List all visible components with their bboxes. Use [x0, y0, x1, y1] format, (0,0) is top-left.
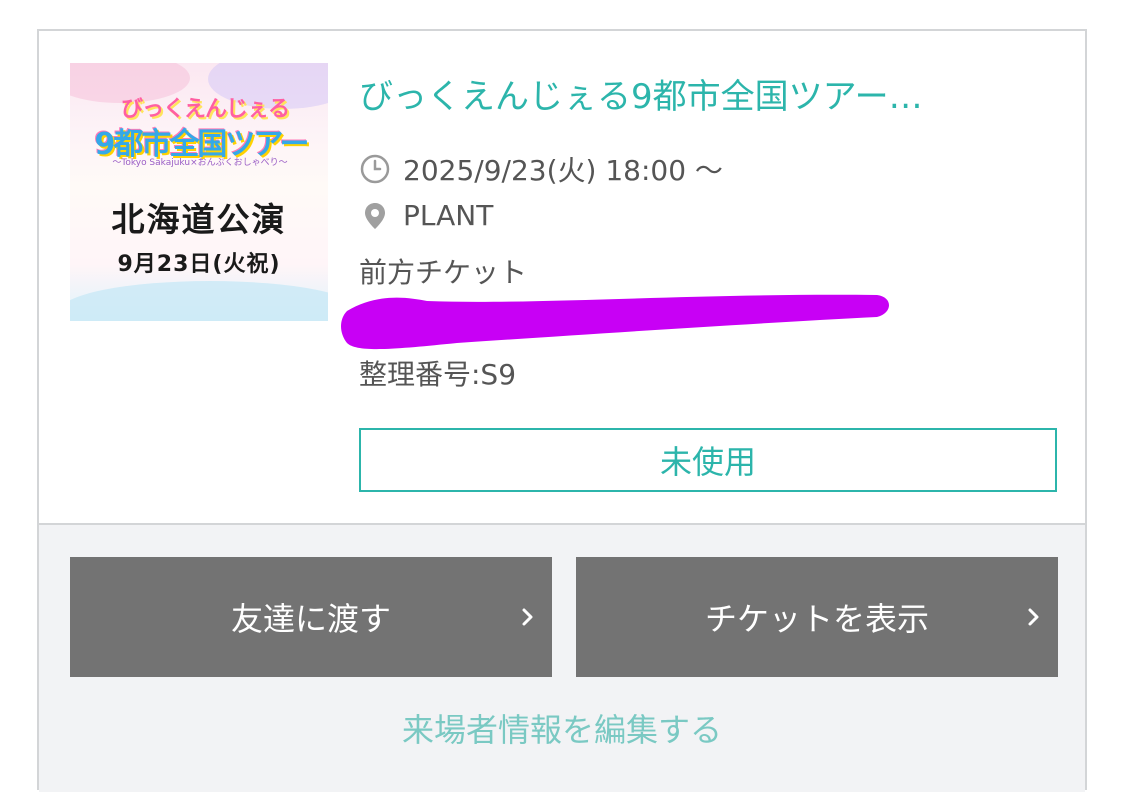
- event-venue: PLANT: [403, 199, 494, 232]
- edit-attendee-info-link[interactable]: 来場者情報を編集する: [39, 705, 1085, 751]
- event-datetime: 2025/9/23(火) 18:00 〜: [403, 154, 723, 187]
- thumbnail-decoration: [70, 281, 328, 321]
- clock-icon: [359, 153, 391, 185]
- show-ticket-button[interactable]: チケットを表示: [576, 557, 1058, 677]
- location-pin-icon: [359, 200, 391, 232]
- chevron-right-icon: [1028, 608, 1039, 626]
- give-to-friend-label: 友達に渡す: [230, 600, 391, 638]
- give-to-friend-button[interactable]: 友達に渡す: [70, 557, 552, 677]
- redaction-mark: [341, 294, 889, 350]
- ticket-status-badge: 未使用: [359, 428, 1057, 492]
- event-thumbnail: びっくえんじぇる 9都市全国ツアー 〜Tokyo Sakajuku×おんぷくおし…: [70, 63, 328, 321]
- show-ticket-label: チケットを表示: [704, 600, 929, 638]
- event-title[interactable]: びっくえんじぇる9都市全国ツアー…: [359, 69, 1059, 118]
- seat-number: 整理番号:S9: [359, 358, 517, 391]
- thumbnail-date: 9月23日(火祝): [117, 252, 281, 277]
- ticket-card: びっくえんじぇる 9都市全国ツアー 〜Tokyo Sakajuku×おんぷくおし…: [37, 29, 1087, 792]
- thumbnail-performance: 北海道公演: [111, 200, 287, 239]
- chevron-right-icon: [522, 608, 533, 626]
- event-datetime-row: 2025/9/23(火) 18:00 〜: [359, 149, 723, 189]
- event-venue-row: PLANT: [359, 199, 493, 232]
- thumbnail-logo-line3: 〜Tokyo Sakajuku×おんぷくおしゃべり〜: [112, 158, 288, 168]
- ticket-actions: 友達に渡す チケットを表示 来場者情報を編集する: [39, 523, 1085, 792]
